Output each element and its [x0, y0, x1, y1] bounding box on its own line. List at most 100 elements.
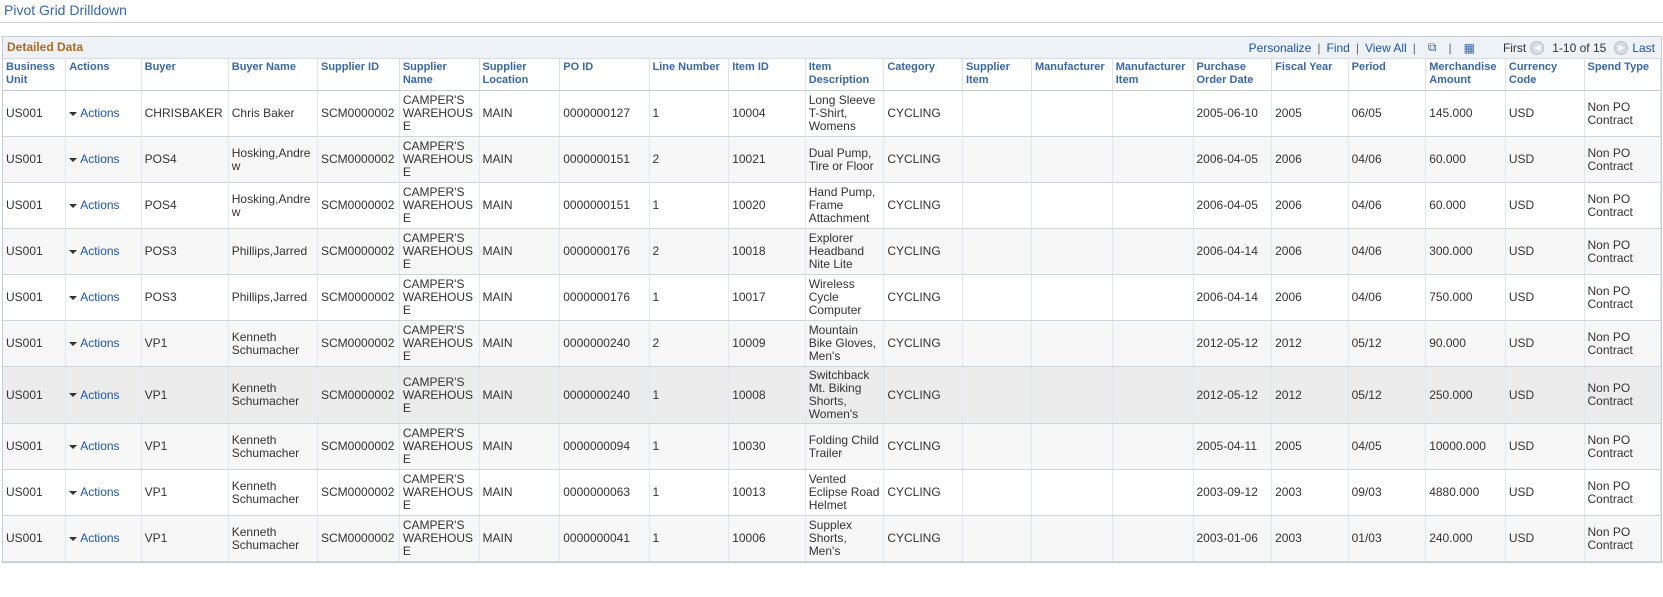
cell-period: 06/05	[1348, 90, 1427, 137]
cell-item-description: Switchback Mt. Biking Shorts, Women's	[805, 366, 885, 424]
cell-supplier-id: SCM0000002	[317, 274, 400, 321]
column-header-business-unit[interactable]: Business Unit	[3, 59, 67, 91]
cell-category: CYCLING	[883, 423, 963, 470]
cell-business-unit: US001	[3, 320, 67, 367]
cell-category: CYCLING	[883, 90, 963, 137]
column-header-spend-type[interactable]: Spend Type	[1584, 59, 1661, 91]
previous-icon[interactable]: ◀	[1530, 40, 1545, 55]
nav-separator: |	[1412, 40, 1416, 55]
cell-actions[interactable]: Actions	[65, 469, 142, 516]
cell-manufacturer-item	[1112, 515, 1194, 562]
cell-purchase-order-date: 2006-04-14	[1193, 274, 1273, 321]
cell-spend-type: Non PO Contract	[1584, 515, 1661, 562]
column-header-category[interactable]: Category	[883, 59, 963, 91]
column-header-supplier-name[interactable]: Supplier Name	[399, 59, 480, 91]
cell-purchase-order-date: 2012-05-12	[1193, 320, 1273, 367]
column-header-supplier-id[interactable]: Supplier ID	[317, 59, 400, 91]
cell-merchandise-amount: 60.000	[1425, 182, 1506, 229]
actions-link[interactable]: Actions	[80, 152, 119, 166]
last-link[interactable]: Last	[1632, 41, 1655, 55]
cell-spend-type: Non PO Contract	[1584, 274, 1661, 321]
actions-link[interactable]: Actions	[80, 531, 119, 545]
column-header-supplier-location[interactable]: Supplier Location	[479, 59, 561, 91]
column-header-purchase-order-date[interactable]: Purchase Order Date	[1193, 59, 1273, 91]
cell-actions[interactable]: Actions	[65, 228, 142, 275]
cell-currency-code: USD	[1505, 423, 1585, 470]
cell-supplier-id: SCM0000002	[317, 366, 400, 424]
cell-actions[interactable]: Actions	[65, 136, 142, 183]
actions-link[interactable]: Actions	[80, 290, 119, 304]
cell-item-id: 10030	[728, 423, 806, 470]
cell-category: CYCLING	[883, 228, 963, 275]
cell-po-id: 0000000151	[559, 182, 650, 229]
cell-supplier-location: MAIN	[479, 515, 561, 562]
actions-link[interactable]: Actions	[80, 244, 119, 258]
cell-buyer: VP1	[141, 515, 229, 562]
column-header-item-description[interactable]: Item Description	[805, 59, 885, 91]
cell-purchase-order-date: 2006-04-05	[1193, 182, 1273, 229]
download-spreadsheet-icon[interactable]: ▦	[1464, 41, 1475, 55]
column-header-buyer[interactable]: Buyer	[141, 59, 229, 91]
cell-actions[interactable]: Actions	[65, 274, 142, 321]
table-row: US001 Actions POS3 Phillips,Jarred SCM000000…	[3, 228, 1661, 275]
cell-actions[interactable]: Actions	[65, 182, 142, 229]
column-header-actions[interactable]: Actions	[65, 59, 142, 91]
column-header-manufacturer[interactable]: Manufacturer	[1031, 59, 1113, 91]
column-header-item-id[interactable]: Item ID	[728, 59, 806, 91]
actions-link[interactable]: Actions	[80, 198, 119, 212]
cell-supplier-id: SCM0000002	[317, 182, 400, 229]
cell-item-id: 10004	[728, 90, 806, 137]
column-header-po-id[interactable]: PO ID	[559, 59, 650, 91]
cell-period: 05/12	[1348, 320, 1427, 367]
cell-business-unit: US001	[3, 274, 67, 321]
column-header-currency-code[interactable]: Currency Code	[1505, 59, 1585, 91]
actions-link[interactable]: Actions	[80, 439, 119, 453]
cell-po-id: 0000000094	[559, 423, 650, 470]
dropdown-triangle-icon	[69, 157, 78, 162]
column-header-supplier-item[interactable]: Supplier Item	[962, 59, 1033, 91]
cell-fiscal-year: 2006	[1271, 228, 1349, 275]
actions-link[interactable]: Actions	[80, 388, 119, 402]
cell-buyer: CHRISBAKER	[141, 90, 229, 137]
column-header-merchandise-amount[interactable]: Merchandise Amount	[1425, 59, 1506, 91]
personalize-link[interactable]: Personalize	[1249, 41, 1312, 55]
column-header-fiscal-year[interactable]: Fiscal Year	[1271, 59, 1349, 91]
grid-navigation: Personalize | Find | View All | ⧉ | ▦ Fi…	[1249, 40, 1655, 55]
cell-buyer-name: Kenneth Schumacher	[228, 469, 319, 516]
cell-category: CYCLING	[883, 366, 963, 424]
actions-link[interactable]: Actions	[80, 106, 119, 120]
cell-line-number: 1	[649, 423, 730, 470]
detailed-data-grid: Detailed Data Personalize | Find | View …	[2, 36, 1662, 563]
next-icon[interactable]: ▶	[1614, 40, 1629, 55]
cell-actions[interactable]: Actions	[65, 366, 142, 424]
column-header-buyer-name[interactable]: Buyer Name	[228, 59, 319, 91]
cell-buyer-name: Kenneth Schumacher	[228, 320, 319, 367]
view-all-link[interactable]: View All	[1365, 41, 1407, 55]
table-row: US001 Actions CHRISBAKER Chris Baker SCM0000…	[3, 90, 1661, 137]
cell-supplier-id: SCM0000002	[317, 423, 400, 470]
cell-supplier-name: CAMPER'S WAREHOUSE	[399, 228, 480, 275]
cell-merchandise-amount: 60.000	[1425, 136, 1506, 183]
cell-supplier-location: MAIN	[479, 274, 561, 321]
cell-supplier-name: CAMPER'S WAREHOUSE	[399, 515, 480, 562]
column-header-line-number[interactable]: Line Number	[649, 59, 730, 91]
cell-actions[interactable]: Actions	[65, 515, 142, 562]
cell-supplier-id: SCM0000002	[317, 136, 400, 183]
actions-link[interactable]: Actions	[80, 336, 119, 350]
find-link[interactable]: Find	[1326, 41, 1349, 55]
cell-actions[interactable]: Actions	[65, 90, 142, 137]
new-window-icon[interactable]: ⧉	[1428, 40, 1437, 55]
cell-supplier-item	[962, 423, 1033, 470]
actions-link[interactable]: Actions	[80, 485, 119, 499]
cell-buyer-name: Chris Baker	[228, 90, 319, 137]
cell-supplier-location: MAIN	[479, 90, 561, 137]
table-row: US001 Actions POS4 Hosking,Andrew SCM0000002…	[3, 136, 1661, 183]
column-header-manufacturer-item[interactable]: Manufacturer Item	[1112, 59, 1194, 91]
first-label[interactable]: First	[1503, 41, 1526, 55]
cell-actions[interactable]: Actions	[65, 423, 142, 470]
cell-actions[interactable]: Actions	[65, 320, 142, 367]
title-divider	[0, 22, 1663, 23]
column-header-period[interactable]: Period	[1348, 59, 1427, 91]
cell-manufacturer	[1031, 515, 1113, 562]
header-row: Business Unit Actions Buyer Buyer Name Suppl…	[3, 59, 1661, 91]
